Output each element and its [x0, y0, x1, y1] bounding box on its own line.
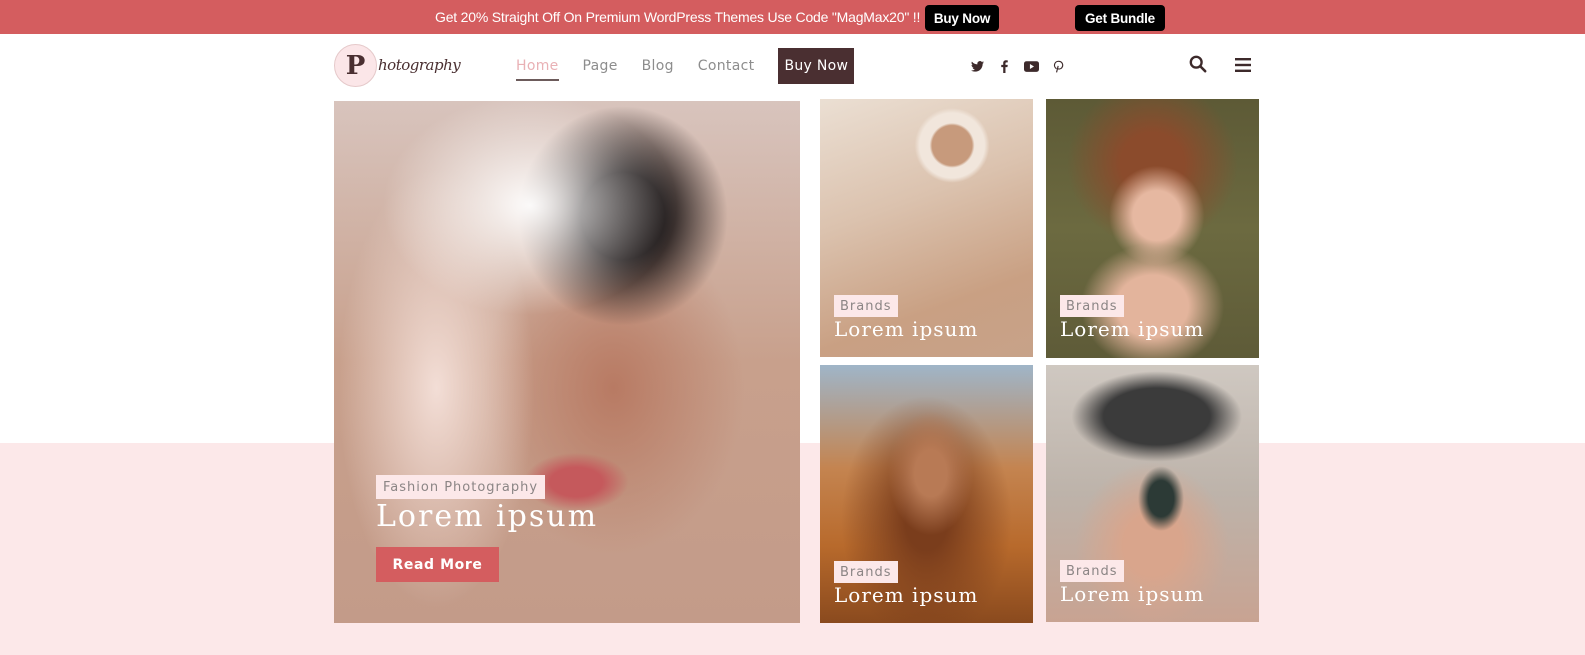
logo-text: hotography [378, 56, 461, 74]
nav-contact[interactable]: Contact [698, 58, 755, 74]
post-tile[interactable]: Brands Lorem ipsum [820, 365, 1033, 623]
site-header: P hotography Home Page Blog Contact Buy … [0, 34, 1585, 98]
post-title[interactable]: Lorem ipsum [834, 583, 978, 607]
search-icon[interactable] [1189, 55, 1209, 75]
category-tag[interactable]: Brands [1060, 295, 1124, 317]
post-title[interactable]: Lorem ipsum [376, 499, 598, 534]
category-tag[interactable]: Brands [834, 295, 898, 317]
nav-blog[interactable]: Blog [642, 58, 674, 74]
category-tag[interactable]: Brands [834, 561, 898, 583]
nav-page[interactable]: Page [583, 58, 618, 74]
category-tag[interactable]: Brands [1060, 560, 1124, 582]
twitter-icon[interactable] [970, 58, 985, 74]
main-nav: Home Page Blog Contact Buy Now [516, 34, 855, 98]
social-links [970, 58, 1066, 74]
featured-post-image [334, 101, 800, 623]
site-logo[interactable]: P hotography [334, 44, 461, 88]
promo-bar: Get 20% Straight Off On Premium WordPres… [0, 0, 1585, 34]
facebook-icon[interactable] [997, 58, 1012, 74]
post-tile[interactable]: Brands Lorem ipsum [820, 99, 1033, 357]
post-tile[interactable]: Brands Lorem ipsum [1046, 365, 1259, 622]
post-tile[interactable]: Brands Lorem ipsum [1046, 99, 1259, 358]
hamburger-menu-icon[interactable] [1235, 57, 1251, 73]
nav-home[interactable]: Home [516, 58, 559, 81]
nav-buy-now-button[interactable]: Buy Now [778, 48, 855, 84]
post-title[interactable]: Lorem ipsum [1060, 582, 1204, 606]
featured-post-main[interactable]: Fashion Photography Lorem ipsum Read Mor… [334, 101, 800, 623]
get-bundle-button[interactable]: Get Bundle [1075, 5, 1165, 31]
pinterest-icon[interactable] [1051, 58, 1066, 74]
post-title[interactable]: Lorem ipsum [834, 317, 978, 341]
read-more-button[interactable]: Read More [376, 547, 499, 582]
logo-badge: P [334, 44, 377, 87]
youtube-icon[interactable] [1024, 58, 1039, 74]
promo-text: Get 20% Straight Off On Premium WordPres… [435, 9, 921, 25]
post-title[interactable]: Lorem ipsum [1060, 317, 1204, 341]
promo-buy-now-button[interactable]: Buy Now [925, 5, 999, 31]
category-tag[interactable]: Fashion Photography [376, 475, 546, 499]
